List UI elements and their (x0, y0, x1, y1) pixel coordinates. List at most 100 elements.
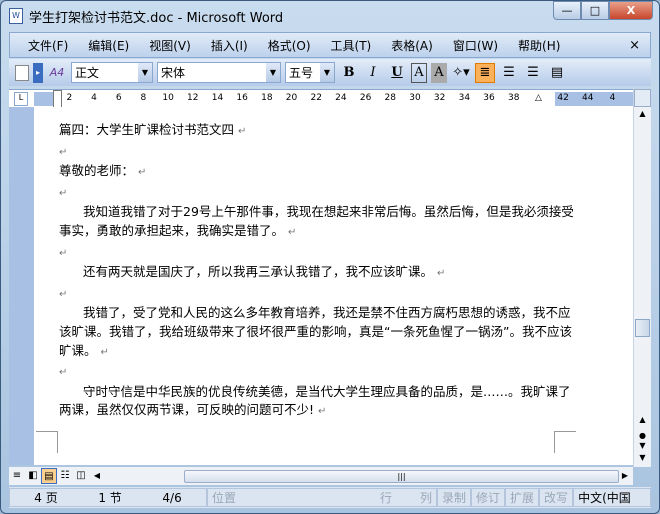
paragraph-mark: ↵ (138, 167, 147, 179)
paragraph[interactable]: ↵ (59, 142, 579, 163)
italic-button[interactable]: I (363, 63, 383, 83)
ruler-toggle-button[interactable] (634, 89, 651, 107)
reading-view-icon[interactable]: ◫ (73, 468, 89, 484)
scroll-thumb[interactable] (635, 319, 650, 337)
word-app-icon[interactable]: W (9, 8, 23, 24)
paragraph-text: 篇四：大学生旷课检讨书范文四 (59, 122, 235, 137)
paragraph-text: 还有两天就是国庆了，所以我再三承认我错了，我不应该旷课。 (83, 264, 434, 280)
ruler-number: 38 (507, 93, 520, 103)
page-number: 4 页 (34, 491, 58, 505)
distributed-align-button[interactable]: ▤ (547, 63, 567, 83)
bold-button[interactable]: B (339, 63, 359, 83)
ruler-number: 44 (582, 93, 594, 103)
ruler-number: 2 (66, 93, 73, 103)
tab-selector[interactable]: L (14, 92, 28, 106)
scroll-up-icon[interactable]: ▲ (634, 109, 651, 118)
page-info: 4 页 1 节 4/6 (9, 488, 207, 507)
new-document-icon[interactable] (15, 64, 29, 81)
ruler-number: 16 (236, 93, 248, 103)
status-bar: 4 页 1 节 4/6 位置 行 列 录制 修订 扩展 改写 中文(中国 (9, 487, 651, 508)
paragraph-text: 我知道我错了对于29号上午那件事，我现在想起来非常后悔。虽然后悔，但是我必须接受… (59, 204, 574, 238)
paragraph[interactable]: 尊敬的老师： ↵ (59, 162, 579, 183)
paragraph-mark: ↵ (437, 268, 446, 280)
menu-help[interactable]: 帮助(H) (518, 37, 560, 54)
ruler-number: △ (534, 93, 542, 103)
close-button[interactable]: X (609, 1, 653, 20)
language-status[interactable]: 中文(中国 (573, 488, 651, 507)
font-select[interactable]: 宋体 ▼ (157, 62, 281, 83)
align-center-button[interactable]: ☰ (499, 63, 519, 83)
next-page-icon[interactable]: ▼ (634, 441, 651, 450)
paragraph-text: 尊敬的老师： (59, 163, 135, 179)
section-number: 1 节 (98, 491, 122, 505)
paragraph[interactable]: 守时守信是中华民族的优良传统美德，是当代大学生理应具备的品质，是……。我旷课了两… (59, 383, 579, 422)
paragraph[interactable]: 我错了，受了党和人民的这么多年教育培养，我还是禁不住西方腐朽思想的诱惑，我不应该… (59, 304, 579, 362)
paragraph-mark: ↵ (59, 247, 68, 259)
align-right-button[interactable]: ☰ (523, 63, 543, 83)
align-justify-button[interactable]: ≣ (475, 62, 495, 83)
overtype-status[interactable]: 改写 (539, 488, 574, 507)
menu-edit[interactable]: 编辑(E) (88, 37, 129, 54)
paragraph[interactable]: ↵ (59, 243, 579, 264)
track-changes-status[interactable]: 修订 (471, 488, 506, 507)
menu-tools[interactable]: 工具(T) (331, 37, 372, 54)
paragraph[interactable]: ↵ (59, 284, 579, 305)
menu-window[interactable]: 窗口(W) (453, 37, 498, 54)
scroll-down-icon[interactable]: ▼ (634, 453, 651, 462)
paragraph[interactable]: ↵ (59, 183, 579, 204)
paragraph[interactable]: ↵ (59, 362, 579, 383)
menu-insert[interactable]: 插入(I) (211, 37, 248, 54)
paragraph-mark: ↵ (59, 288, 68, 300)
view-and-hscroll-bar: ≡ ◧ ▤ ☷ ◫ ◀ ||| ▶ (9, 467, 633, 485)
char-border-button[interactable]: A (411, 62, 427, 83)
menu-table[interactable]: 表格(A) (391, 37, 433, 54)
word-window: W 学生打架检讨书范文.doc - Microsoft Word — □ X 文… (0, 0, 660, 514)
styles-icon[interactable]: A4 (47, 63, 67, 83)
horizontal-scroll-thumb[interactable]: ||| (184, 470, 619, 483)
previous-page-icon[interactable]: ▲ (634, 415, 651, 424)
ruler-number: 4 (91, 93, 97, 103)
print-view-icon[interactable]: ▤ (41, 468, 57, 484)
outline-view-icon[interactable]: ☷ (57, 468, 73, 484)
paragraph-mark: ↵ (318, 406, 327, 418)
scroll-right-icon[interactable]: ▶ (617, 468, 633, 484)
document-page[interactable]: 篇四：大学生旷课检讨书范文四 ↵ ↵ 尊敬的老师： ↵ ↵ 我知道我错了对于29号上… (34, 107, 633, 465)
paragraph-text: 我错了，受了党和人民的这么多年教育培养，我还是禁不住西方腐朽思想的诱惑，我不应该… (59, 305, 572, 358)
maximize-button[interactable]: □ (581, 1, 609, 20)
web-view-icon[interactable]: ◧ (25, 468, 41, 484)
menu-file[interactable]: 文件(F) (28, 37, 68, 54)
paragraph-mark: ↵ (59, 367, 68, 379)
toolbar-options-icon[interactable]: ▸ (33, 62, 43, 83)
ruler-number: 30 (409, 93, 421, 103)
extend-status[interactable]: 扩展 (505, 488, 540, 507)
document-body[interactable]: 篇四：大学生旷课检讨书范文四 ↵ ↵ 尊敬的老师： ↵ ↵ 我知道我错了对于29号上… (59, 121, 579, 422)
ruler-number: 20 (285, 93, 298, 103)
phonetic-guide-icon[interactable]: ✧▾ (451, 63, 471, 83)
underline-button[interactable]: U (387, 63, 407, 83)
menu-format[interactable]: 格式(O) (268, 37, 311, 54)
menu-bar: 文件(F) 编辑(E) 视图(V) 插入(I) 格式(O) 工具(T) 表格(A… (9, 32, 651, 58)
char-shading-button[interactable]: A (431, 62, 447, 83)
minimize-button[interactable]: — (553, 1, 581, 20)
font-value: 宋体 (161, 66, 186, 80)
vertical-scrollbar[interactable]: ▲ ▲ ● ▼ ▼ (633, 89, 651, 467)
margin-corner-left (36, 431, 58, 453)
paragraph[interactable]: 我知道我错了对于29号上午那件事，我现在想起来非常后悔。虽然后悔，但是我必须接受… (59, 203, 579, 242)
ruler-number: 26 (359, 93, 372, 103)
scroll-left-icon[interactable]: ◀ (89, 468, 105, 484)
normal-view-icon[interactable]: ≡ (9, 468, 25, 484)
close-document-button[interactable]: × (629, 38, 640, 53)
ruler-number: 28 (384, 93, 396, 103)
paragraph[interactable]: 篇四：大学生旷课检讨书范文四 ↵ (59, 121, 579, 142)
ruler-number: 32 (433, 93, 446, 103)
ruler-number: 18 (261, 93, 273, 103)
window-title: 学生打架检讨书范文.doc - Microsoft Word (29, 10, 284, 26)
menu-view[interactable]: 视图(V) (149, 37, 191, 54)
style-select[interactable]: 正文 ▼ (71, 62, 153, 83)
macro-record-status[interactable]: 录制 (437, 488, 472, 507)
font-size-select[interactable]: 五号 ▼ (285, 62, 335, 83)
paragraph[interactable]: 还有两天就是国庆了，所以我再三承认我错了，我不应该旷课。 ↵ (59, 263, 579, 284)
line-label: 行 (379, 491, 392, 505)
horizontal-ruler[interactable]: L 2 4 6 8 10 12 14 16 18 20 22 24 26 28 30 32 34 36 38 △ 42 4… (9, 89, 633, 108)
browse-object-icon[interactable]: ● (634, 431, 651, 440)
